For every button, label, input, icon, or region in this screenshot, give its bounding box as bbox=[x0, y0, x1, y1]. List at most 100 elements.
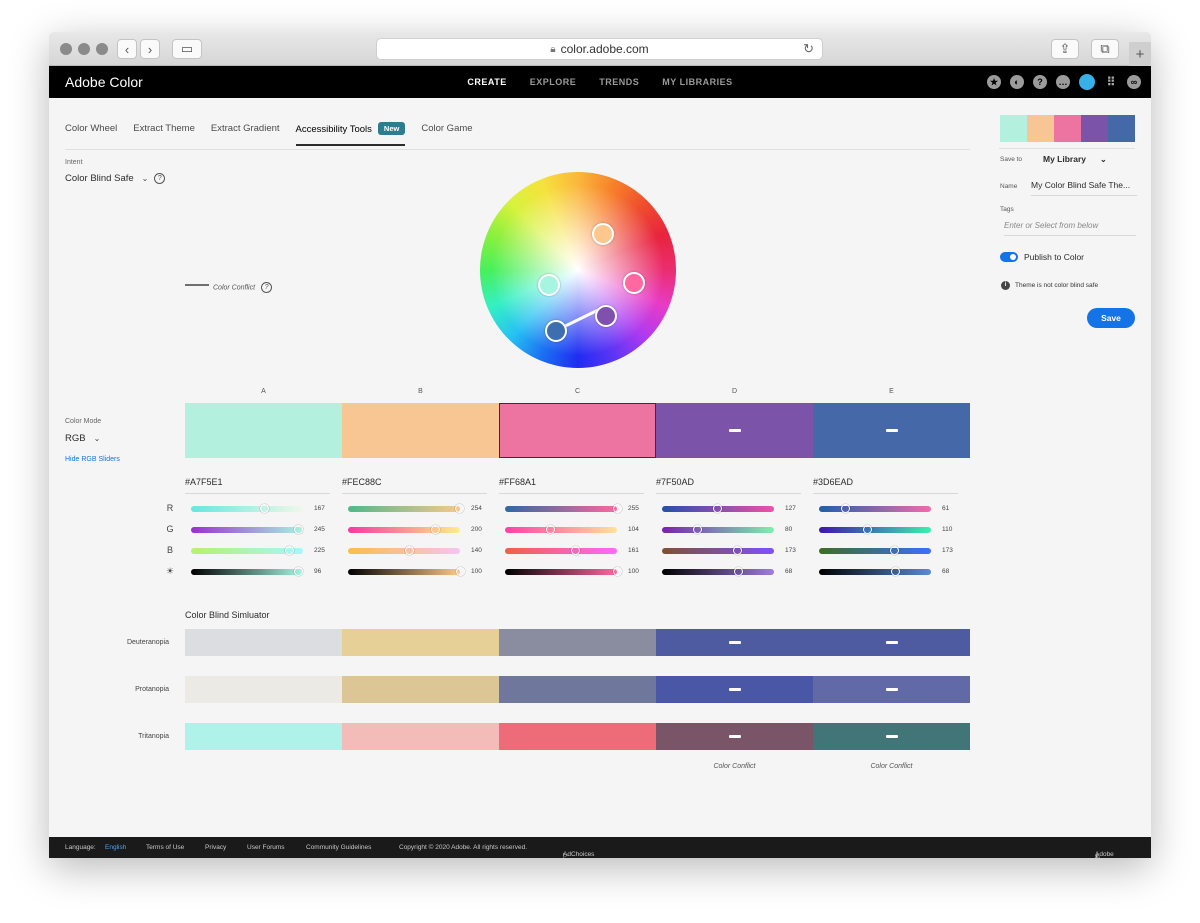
slider-e-b[interactable] bbox=[819, 545, 931, 555]
creative-cloud-icon[interactable]: ∞ bbox=[1127, 75, 1141, 89]
slider-knob[interactable] bbox=[285, 545, 295, 555]
slider-a-b[interactable] bbox=[191, 545, 303, 555]
help-icon[interactable]: ? bbox=[154, 173, 166, 184]
slider-c-brightness[interactable] bbox=[505, 566, 622, 576]
tab-color-game[interactable]: Color Game bbox=[421, 118, 472, 146]
nav-create[interactable]: CREATE bbox=[467, 77, 506, 87]
slider-knob[interactable] bbox=[733, 545, 743, 555]
nav-trends[interactable]: TRENDS bbox=[599, 77, 639, 87]
swatch-c[interactable] bbox=[499, 403, 656, 458]
slider-knob[interactable] bbox=[612, 566, 622, 576]
slider-knob[interactable] bbox=[713, 503, 723, 513]
sidebar-toggle-button[interactable]: ▭ bbox=[172, 39, 202, 59]
avatar[interactable] bbox=[1079, 74, 1095, 90]
swatch-b[interactable] bbox=[342, 403, 499, 458]
slider-b-brightness[interactable] bbox=[348, 566, 465, 576]
privacy-link[interactable]: Privacy bbox=[205, 844, 226, 851]
slider-a-brightness[interactable] bbox=[191, 566, 304, 576]
hide-rgb-sliders-link[interactable]: Hide RGB Sliders bbox=[65, 456, 120, 463]
language-link[interactable]: English bbox=[105, 844, 126, 851]
slider-knob[interactable] bbox=[890, 566, 900, 576]
new-tab-button[interactable]: + bbox=[1129, 42, 1151, 66]
reload-icon[interactable]: ↻ bbox=[803, 41, 814, 57]
slider-d-r[interactable] bbox=[662, 503, 774, 513]
help-icon[interactable]: ? bbox=[261, 282, 273, 293]
intent-dropdown[interactable]: Color Blind Safe ⌄? bbox=[65, 173, 166, 184]
apps-grid-icon[interactable]: ⠿ bbox=[1104, 75, 1118, 89]
minimize-window-icon[interactable] bbox=[78, 43, 90, 55]
forums-link[interactable]: User Forums bbox=[247, 844, 285, 851]
nav-my-libraries[interactable]: MY LIBRARIES bbox=[662, 77, 732, 87]
tabs-overview-button[interactable]: ⧉ bbox=[1091, 39, 1119, 59]
slider-knob[interactable] bbox=[841, 503, 851, 513]
tab-extract-gradient[interactable]: Extract Gradient bbox=[211, 118, 280, 146]
wheel-handle-b[interactable] bbox=[592, 223, 614, 245]
wheel-handle-d[interactable] bbox=[595, 305, 617, 327]
slider-knob[interactable] bbox=[404, 545, 414, 555]
close-window-icon[interactable] bbox=[60, 43, 72, 55]
swatch-e[interactable] bbox=[813, 403, 970, 458]
slider-knob[interactable] bbox=[259, 503, 269, 513]
tags-input[interactable]: Enter or Select from below bbox=[1004, 221, 1136, 236]
save-button[interactable]: Save bbox=[1087, 308, 1135, 328]
slider-c-g[interactable] bbox=[505, 524, 617, 534]
hex-field-e[interactable]: #3D6EAD bbox=[813, 477, 958, 494]
publish-toggle[interactable] bbox=[1000, 252, 1018, 262]
tab-accessibility-tools[interactable]: Accessibility Tools New bbox=[295, 118, 406, 146]
address-bar[interactable]: 🔒︎ color.adobe.com ↻ bbox=[376, 38, 823, 60]
slider-knob[interactable] bbox=[862, 524, 872, 534]
save-to-dropdown[interactable]: My Library ⌄ bbox=[1043, 154, 1107, 164]
simulated-swatch bbox=[656, 629, 813, 656]
terms-link[interactable]: Terms of Use bbox=[146, 844, 184, 851]
slider-knob[interactable] bbox=[455, 566, 465, 576]
slider-knob[interactable] bbox=[733, 566, 743, 576]
wheel-handle-e[interactable] bbox=[545, 320, 567, 342]
wheel-handle-a[interactable] bbox=[538, 274, 560, 296]
wheel-handle-c[interactable] bbox=[623, 272, 645, 294]
star-icon[interactable]: ★ bbox=[987, 75, 1001, 89]
name-field[interactable]: My Color Blind Safe The... bbox=[1031, 180, 1137, 196]
slider-e-g[interactable] bbox=[819, 524, 931, 534]
slider-d-b[interactable] bbox=[662, 545, 774, 555]
hex-field-b[interactable]: #FEC88C bbox=[342, 477, 487, 494]
back-button[interactable]: ‹ bbox=[117, 39, 137, 59]
slider-b-g[interactable] bbox=[348, 524, 460, 534]
hex-field-d[interactable]: #7F50AD bbox=[656, 477, 801, 494]
slider-c-b[interactable] bbox=[505, 545, 617, 555]
slider-b-r[interactable] bbox=[348, 503, 465, 513]
color-wheel[interactable] bbox=[480, 172, 676, 368]
chat-icon[interactable]: … bbox=[1056, 75, 1070, 89]
slider-knob[interactable] bbox=[294, 566, 304, 576]
slider-d-g[interactable] bbox=[662, 524, 774, 534]
slider-knob[interactable] bbox=[455, 503, 465, 513]
slider-d-brightness[interactable] bbox=[662, 566, 774, 576]
conflict-marker-icon bbox=[728, 429, 741, 432]
guidelines-link[interactable]: Community Guidelines bbox=[306, 844, 371, 851]
tab-extract-theme[interactable]: Extract Theme bbox=[133, 118, 195, 146]
hex-field-a[interactable]: #A7F5E1 bbox=[185, 477, 330, 494]
zoom-window-icon[interactable] bbox=[96, 43, 108, 55]
hex-field-c[interactable]: #FF68A1 bbox=[499, 477, 644, 494]
slider-c-r[interactable] bbox=[505, 503, 622, 513]
slider-a-r[interactable] bbox=[191, 503, 303, 513]
swatch-a[interactable] bbox=[185, 403, 342, 458]
slider-a-g[interactable] bbox=[191, 524, 304, 534]
slider-knob[interactable] bbox=[294, 524, 304, 534]
slider-knob[interactable] bbox=[692, 524, 702, 534]
slider-knob[interactable] bbox=[431, 524, 441, 534]
slider-b-b[interactable] bbox=[348, 545, 460, 555]
tab-color-wheel[interactable]: Color Wheel bbox=[65, 118, 117, 146]
slider-knob[interactable] bbox=[890, 545, 900, 555]
slider-knob[interactable] bbox=[571, 545, 581, 555]
slider-knob[interactable] bbox=[612, 503, 622, 513]
swatch-d[interactable] bbox=[656, 403, 813, 458]
share-button[interactable]: ⇪ bbox=[1051, 39, 1079, 59]
slider-e-r[interactable] bbox=[819, 503, 931, 513]
contrast-icon[interactable]: ◐ bbox=[1010, 75, 1024, 89]
nav-explore[interactable]: EXPLORE bbox=[530, 77, 577, 87]
slider-e-brightness[interactable] bbox=[819, 566, 931, 576]
slider-knob[interactable] bbox=[546, 524, 556, 534]
color-mode-dropdown[interactable]: RGB ⌄ bbox=[65, 433, 100, 444]
forward-button[interactable]: › bbox=[140, 39, 160, 59]
help-icon[interactable]: ? bbox=[1033, 75, 1047, 89]
